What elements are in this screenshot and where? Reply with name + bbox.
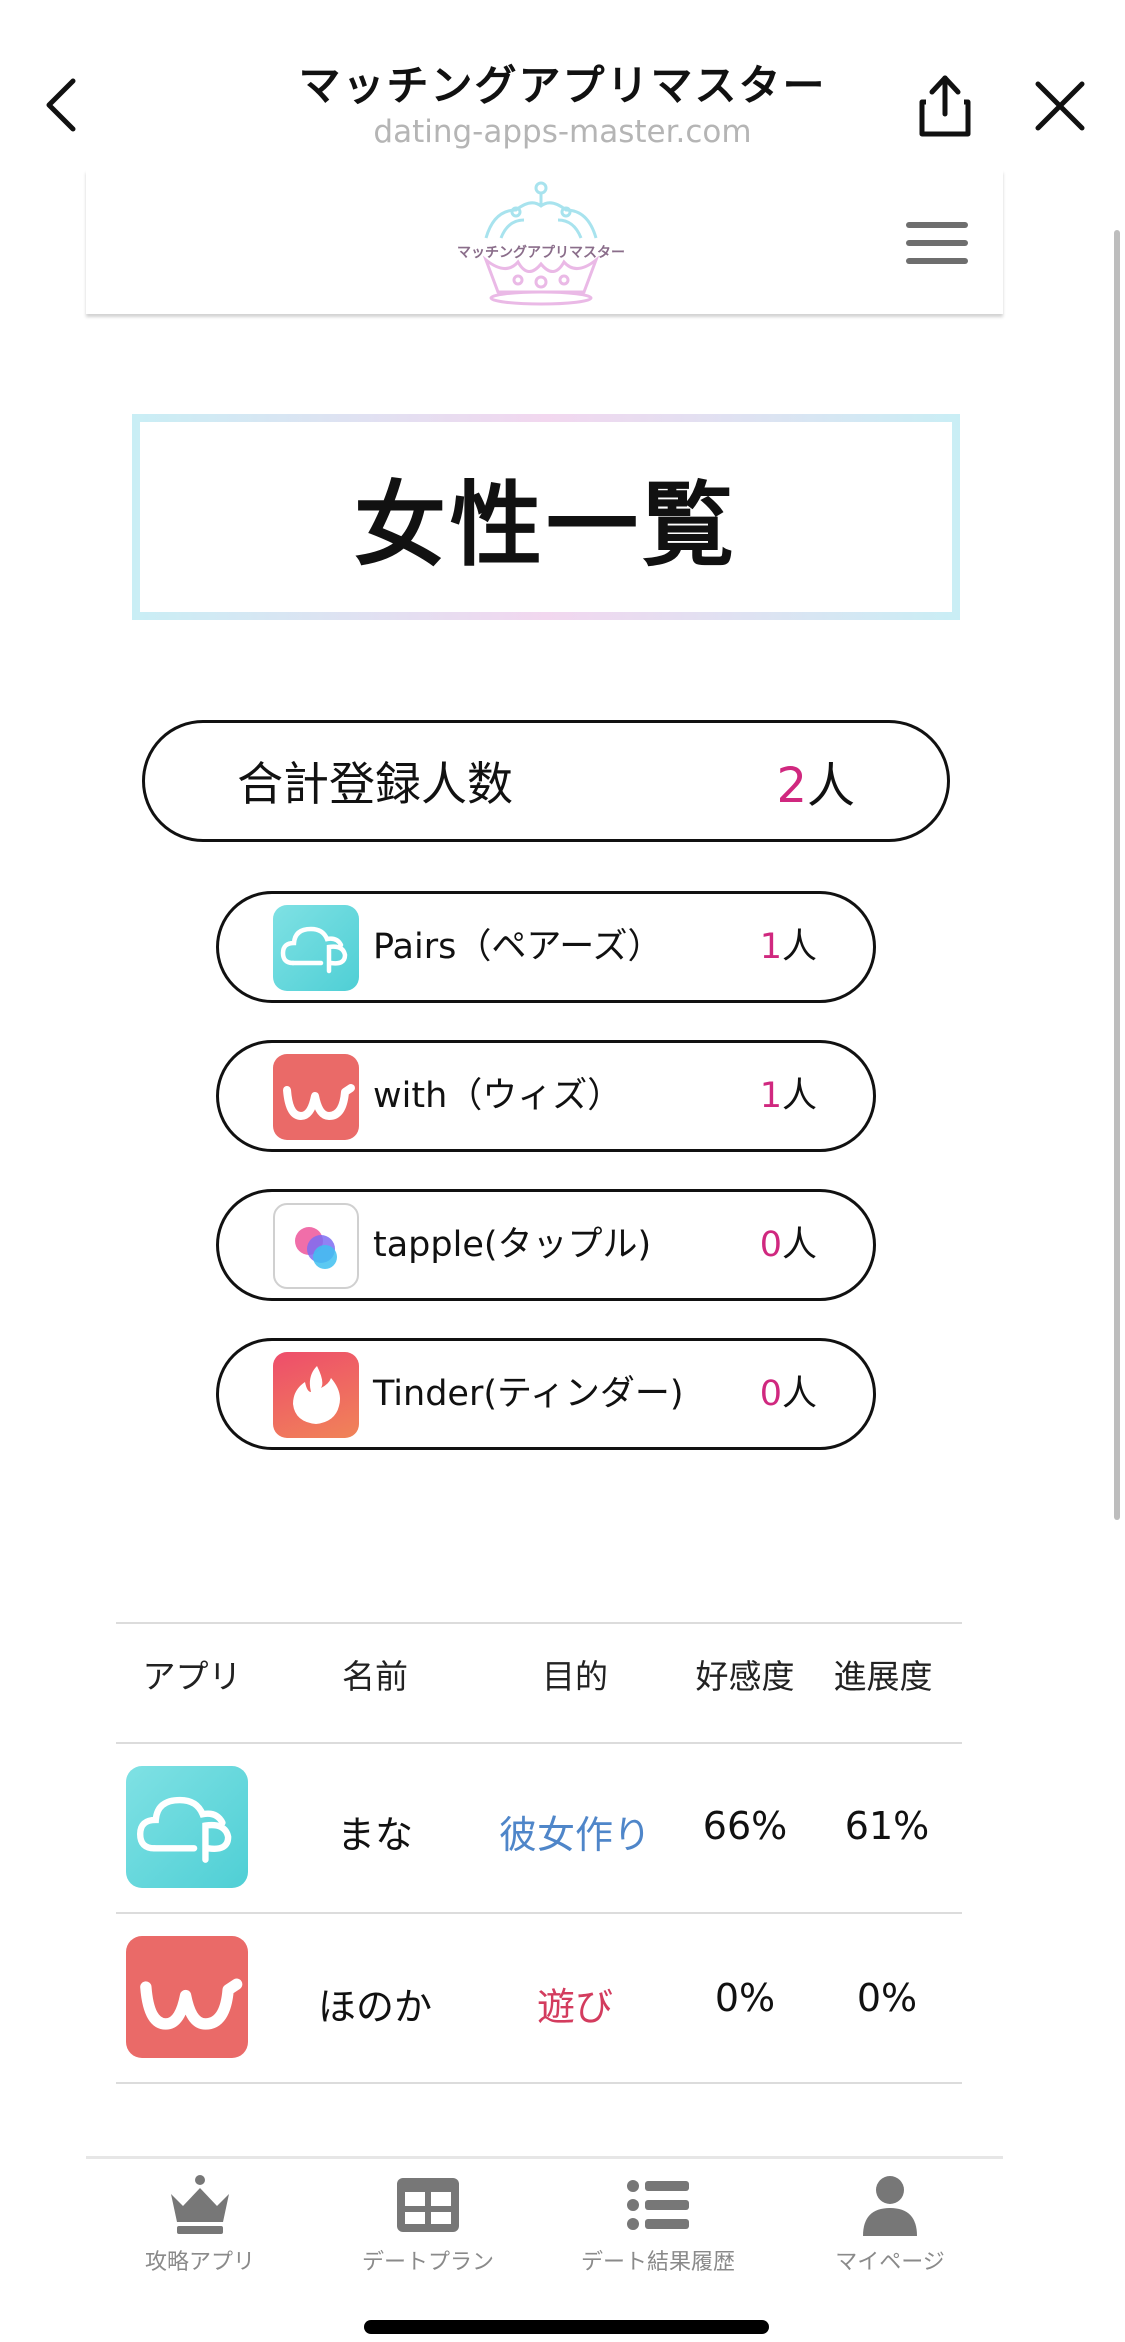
with-app-icon [126,1936,248,2058]
app-count: 1人 [759,927,817,967]
app-name: Pairs（ペアーズ） [373,927,663,967]
pairs-app-icon [273,905,359,991]
back-button[interactable] [36,70,86,140]
tab-label: デートプラン [361,2250,494,2275]
share-icon [919,75,971,137]
close-icon [1035,81,1085,131]
row-favorability: 0% [714,1976,776,2020]
menu-button[interactable] [906,222,968,270]
site-header: マッチングアプリマスター [86,170,1003,314]
app-name: Tinder(ティンダー) [373,1374,684,1414]
chevron-left-icon [46,78,76,132]
tab-my-page[interactable]: マイページ [790,2172,990,2276]
column-header-purpose: 目的 [542,1657,608,1696]
grid-icon [393,2172,463,2238]
app-count: 0人 [759,1374,817,1414]
app-count-tinder[interactable]: Tinder(ティンダー) 0人 [216,1338,876,1450]
row-favorability: 66% [702,1804,788,1848]
app-count-pairs[interactable]: Pairs（ペアーズ） 1人 [216,891,876,1003]
scrollbar[interactable] [1114,230,1120,1520]
column-header-favorability: 好感度 [695,1657,795,1696]
share-button[interactable] [912,70,978,140]
app-count-tapple[interactable]: tapple(タップル) 0人 [216,1189,876,1301]
divider [116,1622,962,1624]
tinder-app-icon [273,1352,359,1438]
with-app-icon [273,1054,359,1140]
site-logo[interactable]: マッチングアプリマスター [446,180,636,306]
page-title: 女性一覧 [140,422,952,612]
home-indicator[interactable] [364,2320,769,2334]
row-progress: 0% [856,1976,918,2020]
row-progress: 61% [844,1804,930,1848]
app-name: tapple(タップル) [373,1225,652,1265]
column-header-name: 名前 [342,1657,408,1696]
tab-label: デート結果履歴 [580,2250,735,2275]
total-count-unit: 人 [806,758,855,814]
app-count-with[interactable]: with（ウィズ） 1人 [216,1040,876,1152]
total-count-value: 2人 [776,746,855,816]
crown-icon [165,2172,235,2238]
divider [116,1742,962,1744]
close-button[interactable] [1030,76,1090,136]
person-icon [855,2172,925,2238]
logo-text: マッチングアプリマスター [457,245,625,261]
tab-date-plan[interactable]: デートプラン [328,2172,528,2276]
column-header-progress: 進展度 [833,1657,933,1696]
browser-top-bar: マッチングアプリマスター dating-apps-master.com [0,0,1125,170]
browser-page-title: マッチングアプリマスター [298,61,827,110]
list-icon [623,2172,693,2238]
tab-strategy-apps[interactable]: 攻略アプリ [100,2172,300,2276]
row-purpose: 彼女作り [498,1813,651,1857]
browser-url: dating-apps-master.com [373,114,752,150]
total-registered-summary: 合計登録人数 2人 [142,720,950,842]
divider [116,2082,962,2084]
row-name: まな [336,1813,413,1857]
divider [116,1912,962,1914]
pairs-app-icon [126,1766,248,1888]
tab-date-history[interactable]: デート結果履歴 [558,2172,758,2276]
column-header-app: アプリ [142,1657,242,1696]
tab-label: マイページ [835,2250,945,2275]
row-purpose: 遊び [536,1985,613,2029]
tapple-app-icon [273,1203,359,1289]
app-count: 0人 [759,1225,817,1265]
hamburger-icon [906,222,968,228]
app-name: with（ウィズ） [373,1076,623,1116]
row-name: ほのか [317,1985,432,2029]
page-title-frame: 女性一覧 [132,414,960,620]
total-count-number: 2 [776,758,807,814]
app-count: 1人 [759,1076,817,1116]
total-label: 合計登録人数 [237,757,513,811]
tabbar-divider [86,2156,1003,2159]
tab-label: 攻略アプリ [144,2250,255,2275]
